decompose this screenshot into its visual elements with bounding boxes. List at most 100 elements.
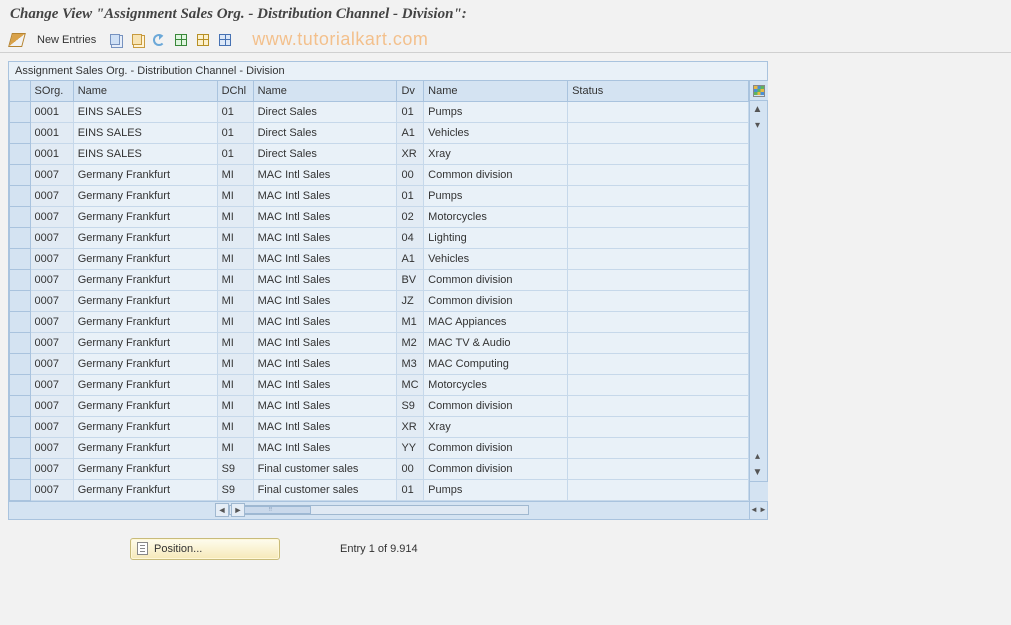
cell-dchl[interactable]: MI [217, 311, 253, 332]
table-row[interactable]: 0001EINS SALES01Direct SalesXRXray [10, 143, 749, 164]
cell-name1[interactable]: Germany Frankfurt [73, 185, 217, 206]
col-header-status[interactable]: Status [568, 81, 749, 101]
cell-sorg[interactable]: 0007 [30, 290, 73, 311]
cell-dv[interactable]: M3 [397, 353, 424, 374]
table-row[interactable]: 0007Germany FrankfurtMIMAC Intl SalesS9C… [10, 395, 749, 416]
table-row[interactable]: 0007Germany FrankfurtS9Final customer sa… [10, 479, 749, 500]
cell-name1[interactable]: Germany Frankfurt [73, 311, 217, 332]
new-entries-button[interactable]: New Entries [30, 30, 103, 50]
table-row[interactable]: 0007Germany FrankfurtMIMAC Intl Sales00C… [10, 164, 749, 185]
table-row[interactable]: 0001EINS SALES01Direct SalesA1Vehicles [10, 122, 749, 143]
cell-status[interactable] [568, 122, 749, 143]
cell-dchl[interactable]: 01 [217, 101, 253, 122]
cell-dv[interactable]: XR [397, 143, 424, 164]
cell-name3[interactable]: Motorcycles [424, 374, 568, 395]
cell-dchl[interactable]: MI [217, 248, 253, 269]
row-selector[interactable] [10, 479, 31, 500]
cell-status[interactable] [568, 143, 749, 164]
hscroll-far-left-icon[interactable]: ◄ [750, 502, 759, 518]
cell-dchl[interactable]: MI [217, 353, 253, 374]
table-row[interactable]: 0007Germany FrankfurtMIMAC Intl SalesBVC… [10, 269, 749, 290]
table-row[interactable]: 0007Germany FrankfurtMIMAC Intl SalesMCM… [10, 374, 749, 395]
cell-dv[interactable]: 00 [397, 458, 424, 479]
cell-name2[interactable]: MAC Intl Sales [253, 437, 397, 458]
cell-name3[interactable]: Pumps [424, 185, 568, 206]
cell-dchl[interactable]: 01 [217, 143, 253, 164]
scroll-top-button[interactable]: ▲ [750, 101, 766, 117]
cell-sorg[interactable]: 0007 [30, 374, 73, 395]
table-row[interactable]: 0007Germany FrankfurtMIMAC Intl Sales02M… [10, 206, 749, 227]
table-row[interactable]: 0007Germany FrankfurtMIMAC Intl SalesXRX… [10, 416, 749, 437]
position-button[interactable]: Position... [130, 538, 280, 560]
table-row[interactable]: 0007Germany FrankfurtMIMAC Intl SalesYYC… [10, 437, 749, 458]
cell-name3[interactable]: Xray [424, 416, 568, 437]
cell-sorg[interactable]: 0007 [30, 332, 73, 353]
table-row[interactable]: 0007Germany FrankfurtMIMAC Intl SalesM3M… [10, 353, 749, 374]
cell-status[interactable] [568, 206, 749, 227]
cell-name1[interactable]: Germany Frankfurt [73, 416, 217, 437]
cell-name1[interactable]: Germany Frankfurt [73, 332, 217, 353]
cell-status[interactable] [568, 395, 749, 416]
row-selector[interactable] [10, 395, 31, 416]
table-row[interactable]: 0007Germany FrankfurtMIMAC Intl Sales01P… [10, 185, 749, 206]
cell-dchl[interactable]: MI [217, 416, 253, 437]
cell-name1[interactable]: EINS SALES [73, 122, 217, 143]
cell-sorg[interactable]: 0007 [30, 227, 73, 248]
cell-name2[interactable]: Direct Sales [253, 101, 397, 122]
cell-sorg[interactable]: 0001 [30, 101, 73, 122]
cell-dchl[interactable]: 01 [217, 122, 253, 143]
cell-name1[interactable]: Germany Frankfurt [73, 479, 217, 500]
cell-name1[interactable]: Germany Frankfurt [73, 395, 217, 416]
cell-dchl[interactable]: MI [217, 269, 253, 290]
hscroll-track[interactable]: ⠿ [229, 505, 529, 515]
row-selector[interactable] [10, 290, 31, 311]
select-block-button[interactable] [193, 30, 213, 50]
table-row[interactable]: 0007Germany FrankfurtMIMAC Intl SalesA1V… [10, 248, 749, 269]
cell-name3[interactable]: MAC Computing [424, 353, 568, 374]
cell-dv[interactable]: M2 [397, 332, 424, 353]
cell-dv[interactable]: 01 [397, 101, 424, 122]
cell-dv[interactable]: A1 [397, 122, 424, 143]
cell-name1[interactable]: Germany Frankfurt [73, 164, 217, 185]
row-selector[interactable] [10, 101, 31, 122]
cell-name1[interactable]: Germany Frankfurt [73, 206, 217, 227]
cell-name3[interactable]: MAC TV & Audio [424, 332, 568, 353]
table-row[interactable]: 0007Germany FrankfurtMIMAC Intl SalesJZC… [10, 290, 749, 311]
table-settings-button[interactable] [750, 81, 768, 101]
undo-change-button[interactable] [149, 30, 169, 50]
cell-name3[interactable]: Pumps [424, 101, 568, 122]
cell-status[interactable] [568, 269, 749, 290]
cell-name2[interactable]: MAC Intl Sales [253, 416, 397, 437]
cell-status[interactable] [568, 437, 749, 458]
table-row[interactable]: 0007Germany FrankfurtMIMAC Intl SalesM1M… [10, 311, 749, 332]
scroll-bottom-button[interactable]: ▼ [750, 465, 766, 481]
cell-dv[interactable]: 00 [397, 164, 424, 185]
cell-status[interactable] [568, 290, 749, 311]
toggle-display-change-button[interactable] [6, 30, 28, 50]
col-header-sorg[interactable]: SOrg. [30, 81, 73, 101]
table-row[interactable]: 0007Germany FrankfurtMIMAC Intl SalesM2M… [10, 332, 749, 353]
cell-name2[interactable]: MAC Intl Sales [253, 395, 397, 416]
cell-name1[interactable]: Germany Frankfurt [73, 458, 217, 479]
col-header-name3[interactable]: Name [424, 81, 568, 101]
cell-name3[interactable]: Common division [424, 437, 568, 458]
cell-name2[interactable]: Final customer sales [253, 479, 397, 500]
cell-name2[interactable]: MAC Intl Sales [253, 332, 397, 353]
hscroll-right-arrow-icon[interactable]: ► [231, 503, 245, 517]
cell-name2[interactable]: MAC Intl Sales [253, 248, 397, 269]
cell-dchl[interactable]: MI [217, 185, 253, 206]
cell-name1[interactable]: EINS SALES [73, 101, 217, 122]
cell-name2[interactable]: MAC Intl Sales [253, 206, 397, 227]
cell-name3[interactable]: Common division [424, 269, 568, 290]
cell-status[interactable] [568, 185, 749, 206]
scroll-up-button[interactable]: ▾ [750, 117, 766, 133]
table-row[interactable]: 0001EINS SALES01Direct Sales01Pumps [10, 101, 749, 122]
cell-dchl[interactable]: MI [217, 395, 253, 416]
cell-name2[interactable]: MAC Intl Sales [253, 353, 397, 374]
cell-dv[interactable]: M1 [397, 311, 424, 332]
cell-name3[interactable]: Xray [424, 143, 568, 164]
cell-dv[interactable]: YY [397, 437, 424, 458]
cell-name3[interactable]: Common division [424, 395, 568, 416]
row-selector[interactable] [10, 206, 31, 227]
horizontal-scrollbar[interactable]: ◄ ► ⠿ [9, 501, 749, 519]
